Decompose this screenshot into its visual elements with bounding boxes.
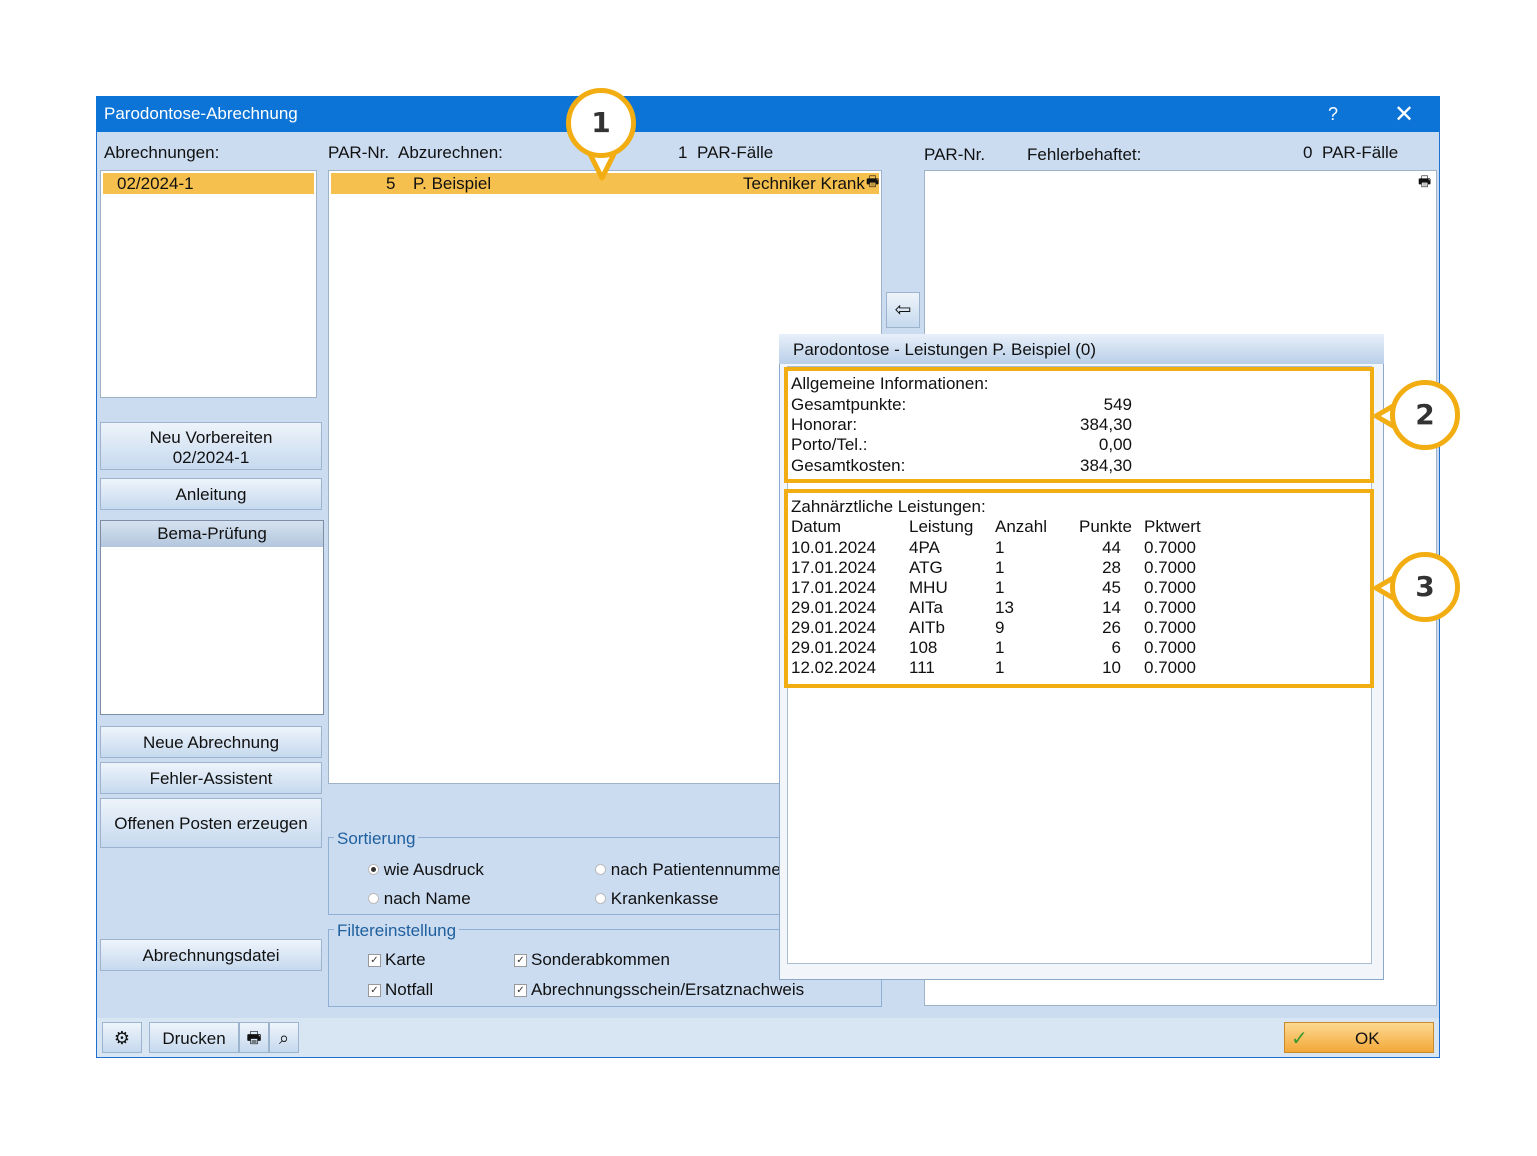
check-icon[interactable]: ✓: [368, 983, 381, 997]
printer-icon[interactable]: 🖶: [866, 171, 879, 192]
anleitung-button[interactable]: Anleitung: [100, 478, 322, 510]
checkbox-abrechnungsschein[interactable]: ✓ Abrechnungsschein/Ersatznachweis: [514, 980, 804, 1000]
callout-2: 2: [1390, 380, 1460, 450]
window-title: Parodontose-Abrechnung: [104, 104, 298, 123]
highlight-box-info: [784, 367, 1374, 483]
radio-label: wie Ausdruck: [383, 860, 484, 879]
bema-pruefung-panel: Bema-Prüfung: [100, 520, 324, 715]
row-krankenkasse: Techniker Krank: [743, 174, 865, 193]
radio-icon[interactable]: [368, 893, 379, 904]
fehlerbehaftet-count: 0: [1303, 143, 1313, 162]
offenen-posten-button[interactable]: Offenen Posten erzeugen: [100, 798, 322, 848]
sortierung-title: Sortierung: [334, 829, 419, 849]
checkbox-label: Notfall: [385, 980, 434, 999]
par-nr-label: PAR-Nr.: [328, 143, 390, 162]
radio-label: Krankenkasse: [610, 889, 719, 908]
search-icon[interactable]: ⌕: [269, 1022, 299, 1053]
list-item[interactable]: 02/2024-1: [103, 173, 314, 194]
ok-label: OK: [1355, 1029, 1380, 1048]
abrechnungen-list[interactable]: 02/2024-1: [100, 170, 317, 398]
check-icon[interactable]: ✓: [514, 983, 527, 997]
radio-label: nach Name: [383, 889, 471, 908]
ok-button[interactable]: ✓ OK: [1284, 1022, 1434, 1053]
fehlerbehaftet-label: Fehlerbehaftet:: [1027, 145, 1142, 164]
check-icon[interactable]: ✓: [514, 953, 527, 967]
radio-krankenkasse[interactable]: Krankenkasse: [595, 889, 718, 909]
radio-icon[interactable]: [595, 864, 606, 875]
radio-icon[interactable]: [595, 893, 606, 904]
right-par-faelle-label: PAR-Fälle: [1322, 143, 1399, 162]
right-par-nr-label: PAR-Nr.: [924, 145, 986, 164]
radio-label: nach Patientennumme: [610, 860, 781, 879]
radio-nach-patientennummer[interactable]: nach Patientennumme: [595, 860, 781, 880]
button-label: 02/2024-1: [172, 447, 250, 467]
radio-wie-ausdruck[interactable]: wie Ausdruck: [368, 860, 484, 880]
drucken-button[interactable]: Drucken: [149, 1022, 239, 1053]
check-icon: ✓: [1291, 1028, 1308, 1050]
checkbox-label: Karte: [385, 950, 426, 969]
printer-icon[interactable]: 🖶: [1418, 171, 1431, 195]
button-label: Neu Vorbereiten: [149, 428, 273, 447]
checkbox-notfall[interactable]: ✓ Notfall: [368, 980, 433, 1000]
abrechnungen-label: Abrechnungen:: [104, 143, 220, 162]
neu-vorbereiten-button[interactable]: Neu Vorbereiten 02/2024-1: [100, 422, 322, 470]
printer-icon[interactable]: 🖶: [239, 1022, 269, 1053]
bema-title: Bema-Prüfung: [101, 521, 323, 547]
row-par-nr: 5: [386, 174, 396, 193]
filter-title: Filtereinstellung: [334, 921, 460, 941]
abzurechnen-label: Abzurechnen:: [398, 143, 503, 162]
callout-3: 3: [1390, 552, 1460, 622]
help-button[interactable]: ?: [1328, 104, 1338, 125]
callout-1: 1: [566, 88, 636, 158]
check-icon[interactable]: ✓: [368, 953, 381, 967]
checkbox-label: Sonderabkommen: [531, 950, 670, 969]
neue-abrechnung-button[interactable]: Neue Abrechnung: [100, 726, 322, 758]
close-button[interactable]: ✕: [1394, 100, 1414, 129]
checkbox-sonderabkommen[interactable]: ✓ Sonderabkommen: [514, 950, 670, 970]
popup-title: Parodontose - Leistungen P. Beispiel (0): [793, 340, 1097, 359]
highlight-box-leistungen: [784, 489, 1374, 688]
row-patient-name: P. Beispiel: [413, 174, 492, 193]
checkbox-label: Abrechnungsschein/Ersatznachweis: [531, 980, 805, 999]
radio-nach-name[interactable]: nach Name: [368, 889, 471, 909]
popup-title-bar: Parodontose - Leistungen P. Beispiel (0): [779, 334, 1384, 364]
radio-icon[interactable]: [368, 864, 379, 875]
fehler-assistent-button[interactable]: Fehler-Assistent: [100, 762, 322, 794]
par-faelle-label: PAR-Fälle: [697, 143, 774, 162]
checkbox-karte[interactable]: ✓ Karte: [368, 950, 426, 970]
title-bar: Parodontose-Abrechnung ? ✕: [96, 96, 1440, 132]
arrow-left-icon[interactable]: ⇦: [886, 292, 920, 328]
gear-icon[interactable]: ⚙: [102, 1022, 142, 1053]
abrechnungsdatei-button[interactable]: Abrechnungsdatei: [100, 939, 322, 971]
abzurechnen-count: 1: [678, 143, 688, 162]
